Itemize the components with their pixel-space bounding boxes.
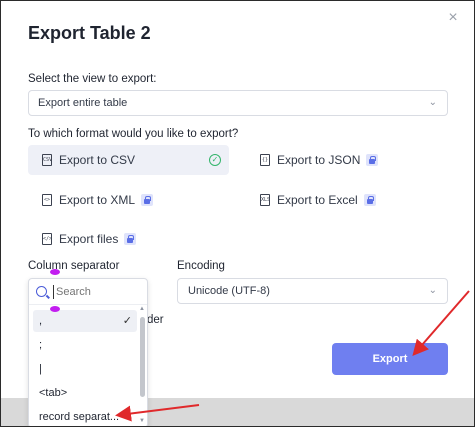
format-option-label: Export files [59, 232, 119, 246]
search-icon [36, 286, 47, 297]
format-option-label: Export to JSON [277, 153, 361, 167]
export-button[interactable]: Export [332, 343, 448, 375]
lock-icon [366, 154, 379, 166]
separator-dropdown: , ✓ ; | <tab> record separat... ▲ ▼ [28, 278, 148, 426]
format-option-json[interactable]: {} Export to JSON [246, 145, 446, 175]
chevron-down-icon: ⌄ [428, 97, 437, 108]
format-option-label: Export to XML [59, 193, 136, 207]
lock-icon [124, 233, 137, 245]
view-select-value: Export entire table [38, 97, 128, 109]
dropdown-search [29, 279, 147, 305]
search-input[interactable] [53, 285, 139, 299]
encoding-label: Encoding [177, 260, 225, 272]
checkmark-icon: ✓ [122, 315, 132, 327]
dropdown-scrollbar[interactable] [140, 309, 145, 425]
format-option-xml[interactable]: <> Export to XML [28, 185, 229, 215]
separator-option-pipe[interactable]: | [33, 358, 137, 380]
view-label: Select the view to export: [28, 73, 157, 85]
format-option-excel[interactable]: XLS Export to Excel [246, 185, 446, 215]
format-label: To which format would you like to export… [28, 128, 239, 140]
separator-option-label: <tab> [39, 387, 68, 399]
scrollbar-thumb[interactable] [140, 317, 145, 397]
json-file-icon: {} [260, 154, 270, 166]
separator-option-label: | [39, 363, 42, 375]
scroll-down-arrow-icon[interactable]: ▼ [139, 418, 145, 424]
format-option-label: Export to CSV [59, 153, 136, 167]
separator-option-tab[interactable]: <tab> [33, 382, 137, 404]
excel-file-icon: XLS [260, 194, 270, 206]
export-dialog: × Export Table 2 Select the view to expo… [0, 0, 475, 427]
header-option-label: der [147, 314, 164, 326]
close-icon[interactable]: × [446, 10, 460, 26]
view-select[interactable]: Export entire table ⌄ [28, 90, 448, 116]
csv-file-icon: CSV [42, 154, 52, 166]
files-icon: </> [42, 233, 52, 245]
separator-option-label: , [39, 315, 43, 327]
separator-option-record[interactable]: record separat... [33, 406, 137, 426]
separator-option-label: record separat... [39, 411, 120, 423]
annotation-pin [50, 269, 60, 275]
annotation-pin [50, 306, 60, 312]
chevron-down-icon: ⌄ [428, 285, 437, 296]
lock-icon [363, 194, 376, 206]
encoding-select-value: Unicode (UTF-8) [188, 285, 270, 297]
separator-option-comma[interactable]: , ✓ [33, 310, 137, 332]
format-option-files[interactable]: </> Export files [28, 224, 229, 254]
separator-option-label: ; [39, 339, 43, 351]
separator-option-semicolon[interactable]: ; [33, 334, 137, 356]
check-circle-icon: ✓ [209, 154, 221, 166]
encoding-select[interactable]: Unicode (UTF-8) ⌄ [177, 278, 448, 304]
dialog-title: Export Table 2 [28, 23, 151, 43]
separator-label: Column separator [28, 260, 120, 272]
lock-icon [141, 194, 154, 206]
format-option-label: Export to Excel [277, 193, 358, 207]
format-option-csv[interactable]: CSV Export to CSV ✓ [28, 145, 229, 175]
xml-file-icon: <> [42, 194, 52, 206]
